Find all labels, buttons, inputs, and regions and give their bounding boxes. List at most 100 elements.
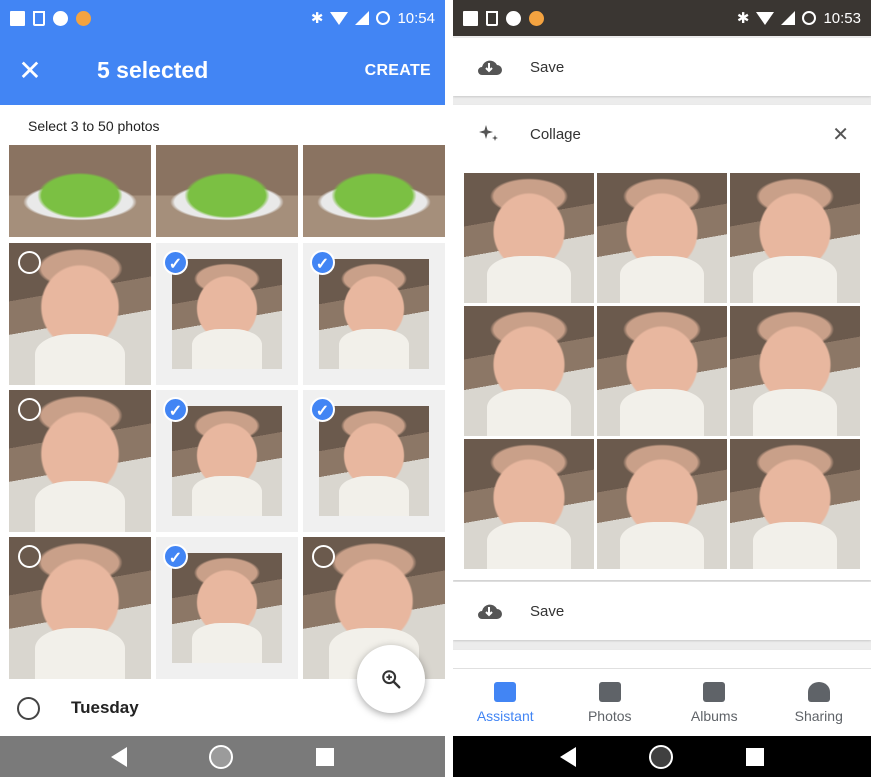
select-day-radio[interactable] [17, 696, 40, 720]
collage-tile [464, 439, 594, 569]
photo-tile[interactable]: ✓ [303, 243, 445, 385]
home-icon[interactable] [648, 744, 673, 769]
checkmark-icon[interactable]: ✓ [163, 397, 188, 422]
checkmark-icon[interactable]: ✓ [310, 250, 335, 275]
tab-label: Assistant [476, 707, 534, 724]
assistant-screen: ✱ 10:53 Save Collage ✕ Save Assistant Ph… [453, 0, 871, 777]
phone-icon [53, 10, 68, 26]
tab-assistant[interactable]: Assistant [453, 669, 558, 736]
battery-icon [376, 11, 391, 25]
back-icon[interactable] [111, 746, 128, 767]
hourglass-icon [33, 10, 45, 26]
photo-thumbnail [9, 145, 151, 237]
status-time: 10:54 [397, 9, 435, 27]
save-card-bottom: Save [453, 582, 871, 640]
photo-thumbnail [303, 145, 445, 237]
status-bar: ✱ 10:53 [453, 0, 871, 36]
checkmark-icon[interactable]: ✓ [163, 250, 188, 275]
system-nav-bar [0, 736, 445, 777]
collage-tile [597, 306, 727, 436]
selection-app-bar: ✕ 5 selected CREATE [0, 36, 445, 105]
panel-divider [445, 0, 453, 777]
selection-hint: Select 3 to 50 photos [28, 118, 160, 134]
collage-tile [464, 173, 594, 303]
tab-photos[interactable]: Photos [558, 669, 663, 736]
bluetooth-icon: ✱ [310, 10, 324, 27]
assistant-icon [494, 681, 517, 702]
create-button[interactable]: CREATE [365, 62, 431, 80]
app-notification-icon [76, 10, 91, 26]
photo-tile[interactable] [9, 145, 151, 237]
dismiss-icon[interactable]: ✕ [832, 122, 849, 147]
signal-icon [781, 11, 796, 25]
collage-tile [597, 439, 727, 569]
phone-icon [506, 10, 521, 26]
collage-tile [730, 306, 860, 436]
photo-thumbnail [172, 406, 282, 516]
zoom-button[interactable] [357, 645, 425, 713]
next-card-peek [453, 650, 871, 670]
photo-tile[interactable] [9, 537, 151, 679]
day-label: Tuesday [71, 698, 139, 717]
image-notification-icon [10, 10, 25, 26]
albums-icon [703, 681, 726, 702]
hourglass-icon [486, 10, 498, 26]
collage-label: Collage [530, 125, 581, 143]
status-bar: ✱ 10:54 [0, 0, 445, 36]
app-notification-icon [529, 10, 544, 26]
cloud-download-icon[interactable] [472, 601, 506, 621]
photo-thumbnail [156, 145, 298, 237]
back-icon[interactable] [559, 746, 576, 767]
home-icon[interactable] [209, 744, 234, 769]
tab-label: Sharing [794, 707, 843, 724]
photo-tile[interactable] [9, 243, 151, 385]
photos-icon [598, 681, 621, 702]
image-notification-icon [463, 10, 478, 26]
photo-thumbnail [319, 406, 429, 516]
zoom-in-icon [382, 670, 401, 689]
sharing-icon [807, 681, 830, 702]
save-card-top: Save [453, 38, 871, 96]
select-circle-icon[interactable] [18, 545, 41, 568]
system-nav-bar [453, 736, 871, 777]
bluetooth-icon: ✱ [736, 10, 750, 27]
signal-icon [355, 11, 370, 25]
photo-tile[interactable]: ✓ [156, 243, 298, 385]
collage-tile [597, 173, 727, 303]
tab-label: Photos [587, 707, 632, 724]
photo-tile[interactable]: ✓ [156, 390, 298, 532]
selection-count-title: 5 selected [97, 57, 209, 83]
photo-tile[interactable] [156, 145, 298, 237]
checkmark-icon[interactable]: ✓ [310, 397, 335, 422]
sparkle-icon [472, 123, 506, 145]
photo-thumbnail [172, 553, 282, 663]
collage-tile [464, 306, 594, 436]
recents-icon[interactable] [746, 747, 765, 766]
photo-tile[interactable]: ✓ [156, 537, 298, 679]
battery-icon [802, 11, 817, 25]
photo-thumbnail [319, 259, 429, 369]
tab-albums[interactable]: Albums [662, 669, 767, 736]
save-button[interactable]: Save [530, 603, 564, 620]
photo-tile[interactable] [9, 390, 151, 532]
photo-tile[interactable]: ✓ [303, 390, 445, 532]
save-button[interactable]: Save [530, 59, 564, 76]
photo-thumbnail [172, 259, 282, 369]
select-circle-icon[interactable] [18, 251, 41, 274]
collage-tile [730, 173, 860, 303]
wifi-icon [756, 11, 775, 25]
recents-icon[interactable] [315, 747, 334, 766]
bottom-tab-bar: Assistant Photos Albums Sharing [453, 668, 871, 736]
select-circle-icon[interactable] [18, 398, 41, 421]
photo-tile[interactable] [303, 145, 445, 237]
collage-tile [730, 439, 860, 569]
select-circle-icon[interactable] [312, 545, 335, 568]
wifi-icon [330, 11, 349, 25]
tab-sharing[interactable]: Sharing [767, 669, 871, 736]
cloud-download-icon[interactable] [472, 57, 506, 77]
collage-preview[interactable] [464, 173, 861, 570]
checkmark-icon[interactable]: ✓ [163, 544, 188, 569]
close-icon[interactable]: ✕ [0, 54, 60, 87]
photo-picker-screen: ✱ 10:54 ✕ 5 selected CREATE Select 3 to … [0, 0, 445, 777]
tab-label: Albums [690, 707, 738, 724]
